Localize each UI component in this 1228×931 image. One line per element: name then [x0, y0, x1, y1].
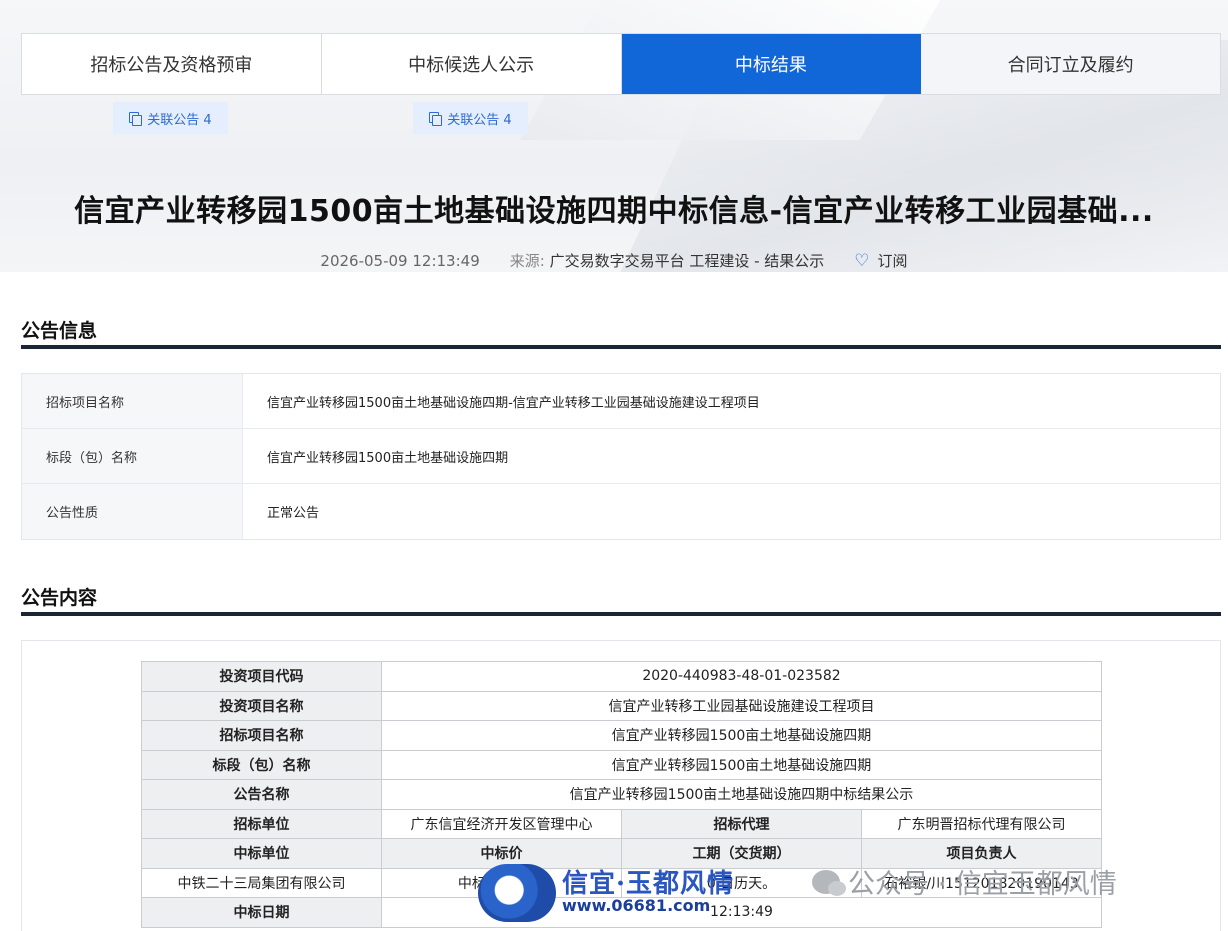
tab-contract[interactable]: 合同订立及履约: [921, 34, 1220, 94]
table-row: 标段（包）名称 信宜产业转移园1500亩土地基础设施四期: [22, 429, 1220, 484]
related-notices-button[interactable]: 关联公告 4: [413, 102, 528, 134]
related-notices-button[interactable]: 关联公告 4: [113, 102, 228, 134]
watermark-text: 信宜·玉都风情 www.06681.com: [562, 868, 735, 916]
info-key: 公告性质: [22, 484, 243, 539]
heart-icon: ♡: [854, 250, 870, 271]
info-value: 信宜产业转移园1500亩土地基础设施四期-信宜产业转移工业园基础设施建设工程项目: [267, 395, 760, 411]
table-row: 招标项目名称 信宜产业转移园1500亩土地基础设施四期-信宜产业转移工业园基础设…: [22, 374, 1220, 429]
cell-label: 招标代理: [621, 808, 862, 839]
table-row: 招标项目名称 信宜产业转移园1500亩土地基础设施四期: [141, 720, 1102, 751]
related-notices-label: 关联公告 4: [147, 112, 212, 128]
cell-label: 标段（包）名称: [141, 749, 382, 780]
section-title-content: 公告内容: [21, 587, 98, 609]
source: 来源: 广交易数字交易平台 工程建设 - 结果公示: [510, 250, 825, 271]
table-row: 招标单位 广东信宜经济开发区管理中心 招标代理 广东明晋招标代理有限公司: [141, 808, 1102, 839]
table-row: 投资项目代码 2020-440983-48-01-023582: [141, 661, 1102, 692]
cell-value: 信宜产业转移园1500亩土地基础设施四期: [381, 749, 1102, 780]
watermark-wechat: 公众号 · 信宜玉都风情: [812, 862, 1117, 901]
cell-value: 信宜产业转移园1500亩土地基础设施四期: [381, 720, 1102, 751]
info-table: 招标项目名称 信宜产业转移园1500亩土地基础设施四期-信宜产业转移工业园基础设…: [21, 373, 1221, 540]
table-row: 公告性质 正常公告: [22, 484, 1220, 539]
tab-tender-notice[interactable]: 招标公告及资格预审: [22, 34, 322, 94]
subscribe-button[interactable]: ♡ 订阅: [854, 250, 907, 271]
section-divider: [21, 345, 1221, 349]
source-value: 广交易数字交易平台 工程建设 - 结果公示: [549, 252, 825, 270]
section-title-info: 公告信息: [21, 320, 98, 342]
table-row: 标段（包）名称 信宜产业转移园1500亩土地基础设施四期: [141, 749, 1102, 780]
watermark-wechat-text: 公众号 · 信宜玉都风情: [848, 869, 1117, 900]
watermark-brand-name: 信宜·玉都风情: [562, 868, 735, 899]
cell-label: 招标单位: [141, 808, 382, 839]
section-divider: [21, 612, 1221, 616]
info-key: 招标项目名称: [22, 374, 243, 428]
copy-icon: [129, 112, 143, 126]
related-notices-label: 关联公告 4: [447, 112, 512, 128]
stage-tabs: 招标公告及资格预审 中标候选人公示 中标结果 合同订立及履约: [21, 33, 1221, 95]
watermark-url: www.06681.com: [562, 896, 711, 916]
tab-award-result[interactable]: 中标结果: [621, 34, 922, 94]
wechat-icon: [812, 869, 846, 896]
source-label: 来源:: [509, 252, 545, 270]
cell-label: 中标日期: [141, 897, 382, 928]
cell-label: 中标单位: [141, 838, 382, 869]
tab-candidate-notice[interactable]: 中标候选人公示: [322, 34, 622, 94]
info-value: 信宜产业转移园1500亩土地基础设施四期: [267, 450, 509, 466]
info-key: 标段（包）名称: [22, 429, 243, 483]
copy-icon: [429, 112, 443, 126]
brand-logo-icon: [478, 864, 556, 922]
subscribe-label: 订阅: [877, 252, 908, 270]
cell-label: 投资项目名称: [141, 690, 382, 721]
cell-value: 广东明晋招标代理有限公司: [861, 808, 1102, 839]
cell-value: 信宜产业转移园1500亩土地基础设施四期中标结果公示: [381, 779, 1102, 810]
table-row: 投资项目名称 信宜产业转移工业园基础设施建设工程项目: [141, 690, 1102, 721]
table-row: 公告名称 信宜产业转移园1500亩土地基础设施四期中标结果公示: [141, 779, 1102, 810]
cell-label: 投资项目代码: [141, 661, 382, 692]
cell-value: 中铁二十三局集团有限公司: [141, 867, 382, 898]
page-title: 信宜产业转移园1500亩土地基础设施四期中标信息-信宜产业转移工业园基础...: [74, 194, 1154, 229]
cell-label: 招标项目名称: [141, 720, 382, 751]
cell-value: 信宜产业转移工业园基础设施建设工程项目: [381, 690, 1102, 721]
info-value: 正常公告: [267, 506, 320, 521]
cell-value: 广东信宜经济开发区管理中心: [381, 808, 622, 839]
meta-bar: 2026-05-09 12:13:49 来源: 广交易数字交易平台 工程建设 -…: [0, 250, 1228, 271]
publish-datetime: 2026-05-09 12:13:49: [320, 251, 480, 270]
cell-label: 公告名称: [141, 779, 382, 810]
watermark-brand: 信宜·玉都风情 www.06681.com: [478, 862, 734, 924]
cell-value: 2020-440983-48-01-023582: [381, 661, 1102, 692]
